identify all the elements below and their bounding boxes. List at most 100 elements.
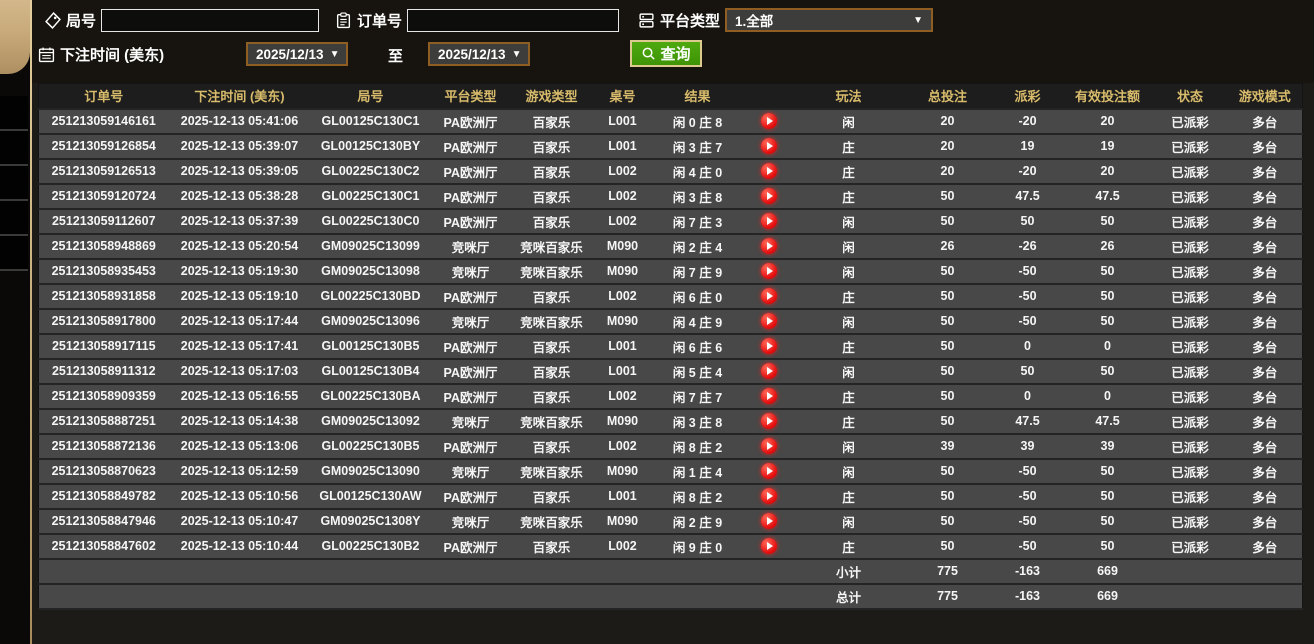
- cell-round-id: GL00225C130C2: [311, 159, 431, 184]
- play-icon[interactable]: [761, 163, 777, 179]
- platform-select-value: 1.全部: [735, 10, 773, 30]
- header-valid-bet: 有效投注额: [1063, 84, 1153, 109]
- play-icon[interactable]: [761, 338, 777, 354]
- cell-bet-time: 2025-12-13 05:19:10: [169, 284, 311, 309]
- play-icon[interactable]: [761, 463, 777, 479]
- cell-result: 闲 2 庄 4: [653, 234, 743, 259]
- cell-order-number: 251213059126513: [39, 159, 169, 184]
- cell-bet-time: 2025-12-13 05:16:55: [169, 384, 311, 409]
- cell-table-no: L002: [593, 534, 653, 559]
- table-row: 251213058870623 2025-12-13 05:12:59 GM09…: [39, 459, 1303, 484]
- cell-round-id: GL00125C130AW: [311, 484, 431, 509]
- cell-order-number: 251213059146161: [39, 109, 169, 134]
- cell-payout: 47.5: [993, 409, 1063, 434]
- cell-play-type: 闲: [795, 459, 903, 484]
- query-button[interactable]: 查询: [630, 40, 702, 67]
- cell-table-no: L001: [593, 359, 653, 384]
- cell-total-bet: 50: [903, 534, 993, 559]
- cell-table-no: L002: [593, 184, 653, 209]
- cell-round-id: GL00225C130C1: [311, 184, 431, 209]
- cell-payout: -50: [993, 534, 1063, 559]
- cell-platform: PA欧洲厅: [431, 109, 511, 134]
- cell-order-number: 251213058909359: [39, 384, 169, 409]
- cell-round-id: GL00225C130BA: [311, 384, 431, 409]
- cell-valid-bet: 50: [1063, 509, 1153, 534]
- play-icon[interactable]: [761, 188, 777, 204]
- cell-order-number: 251213058917800: [39, 309, 169, 334]
- table-header-row: 订单号 下注时间 (美东) 局号 平台类型 游戏类型 桌号 结果 玩法 总投注 …: [39, 84, 1303, 109]
- cell-valid-bet: 39: [1063, 434, 1153, 459]
- play-icon[interactable]: [761, 113, 777, 129]
- subtotal-bet: 775: [903, 559, 993, 584]
- cell-payout: 39: [993, 434, 1063, 459]
- cell-valid-bet: 20: [1063, 159, 1153, 184]
- cell-total-bet: 20: [903, 109, 993, 134]
- date-to-select[interactable]: 2025/12/13 ▼: [428, 42, 530, 66]
- cell-platform: 竞咪厅: [431, 459, 511, 484]
- cell-game-mode: 多台: [1228, 509, 1303, 534]
- cell-bet-time: 2025-12-13 05:20:54: [169, 234, 311, 259]
- cell-game-mode: 多台: [1228, 384, 1303, 409]
- cell-platform: PA欧洲厅: [431, 284, 511, 309]
- date-from-select[interactable]: 2025/12/13 ▼: [246, 42, 348, 66]
- table-row: 251213058917115 2025-12-13 05:17:41 GL00…: [39, 334, 1303, 359]
- cell-result: 闲 7 庄 9: [653, 259, 743, 284]
- cell-valid-bet: 50: [1063, 359, 1153, 384]
- play-icon[interactable]: [761, 538, 777, 554]
- main-panel: 局号 订单号 平台类型 1.全部 ▼: [32, 0, 1314, 644]
- play-icon[interactable]: [761, 238, 777, 254]
- cell-order-number: 251213058847946: [39, 509, 169, 534]
- subtotal-row: 小计 775 -163 669: [39, 559, 1303, 584]
- clipboard-icon: [335, 12, 352, 29]
- play-icon[interactable]: [761, 288, 777, 304]
- total-payout: -163: [993, 584, 1063, 609]
- play-icon[interactable]: [761, 313, 777, 329]
- cell-payout: -50: [993, 459, 1063, 484]
- total-label: 总计: [795, 584, 903, 609]
- cell-table-no: M090: [593, 309, 653, 334]
- play-icon[interactable]: [761, 513, 777, 529]
- cell-total-bet: 50: [903, 209, 993, 234]
- cell-total-bet: 50: [903, 259, 993, 284]
- play-icon[interactable]: [761, 213, 777, 229]
- play-icon[interactable]: [761, 138, 777, 154]
- cell-bet-time: 2025-12-13 05:37:39: [169, 209, 311, 234]
- cell-total-bet: 50: [903, 459, 993, 484]
- cell-order-number: 251213058911312: [39, 359, 169, 384]
- sidebar-cell: [0, 166, 28, 201]
- order-input[interactable]: [407, 9, 619, 32]
- play-icon[interactable]: [761, 263, 777, 279]
- filter-bar: 局号 订单号 平台类型 1.全部 ▼: [32, 0, 1314, 83]
- cell-valid-bet: 50: [1063, 534, 1153, 559]
- total-valid: 669: [1063, 584, 1153, 609]
- cell-status: 已派彩: [1153, 359, 1228, 384]
- subtotal-payout: -163: [993, 559, 1063, 584]
- cell-play-type: 庄: [795, 484, 903, 509]
- cell-round-id: GL00225C130BD: [311, 284, 431, 309]
- cell-round-id: GM09025C13092: [311, 409, 431, 434]
- table-row: 251213058948869 2025-12-13 05:20:54 GM09…: [39, 234, 1303, 259]
- play-icon[interactable]: [761, 388, 777, 404]
- cell-valid-bet: 50: [1063, 209, 1153, 234]
- cell-replay: [743, 359, 795, 384]
- cell-game-mode: 多台: [1228, 309, 1303, 334]
- order-filter-group: 订单号: [335, 8, 619, 32]
- platform-select[interactable]: 1.全部 ▼: [725, 8, 933, 32]
- table-row: 251213058872136 2025-12-13 05:13:06 GL00…: [39, 434, 1303, 459]
- chevron-down-icon: ▼: [512, 49, 522, 60]
- cell-game-type: 百家乐: [511, 334, 593, 359]
- cell-game-type: 百家乐: [511, 109, 593, 134]
- platform-label: 平台类型: [660, 10, 720, 31]
- play-icon[interactable]: [761, 363, 777, 379]
- round-input[interactable]: [101, 9, 319, 32]
- cell-game-mode: 多台: [1228, 109, 1303, 134]
- cell-game-type: 竞咪百家乐: [511, 234, 593, 259]
- left-strip: [0, 0, 30, 644]
- cell-play-type: 庄: [795, 184, 903, 209]
- play-icon[interactable]: [761, 488, 777, 504]
- cell-play-type: 闲: [795, 109, 903, 134]
- play-icon[interactable]: [761, 413, 777, 429]
- round-filter-group: 局号: [44, 8, 319, 32]
- play-icon[interactable]: [761, 438, 777, 454]
- cell-game-type: 百家乐: [511, 284, 593, 309]
